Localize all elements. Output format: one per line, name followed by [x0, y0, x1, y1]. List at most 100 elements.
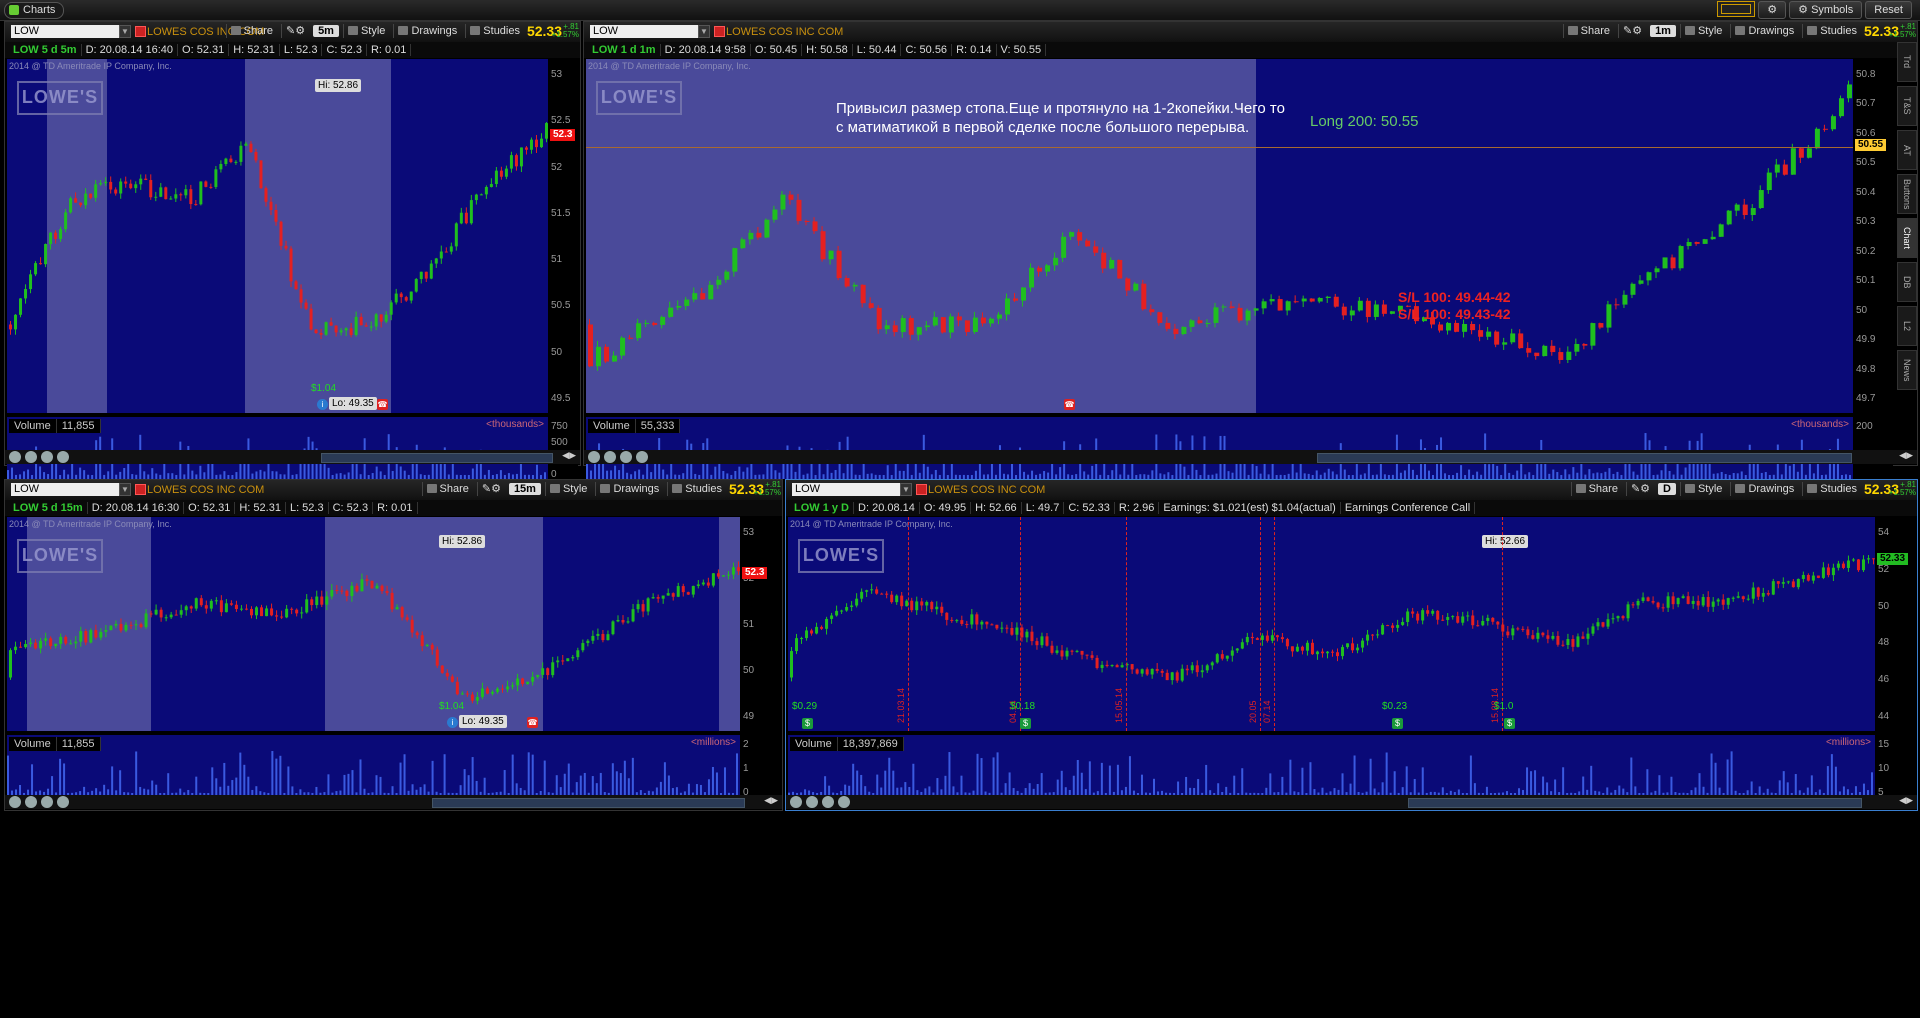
chevron-down-icon[interactable]: ▼ [119, 483, 131, 496]
price-plot[interactable]: 2014 @ TD Ameritrade IP Company, Inc. LOW… [7, 59, 548, 413]
side-tab-l2[interactable]: L2 [1897, 306, 1917, 346]
volume-plot[interactable]: Volume 11,855 <millions> [7, 735, 740, 797]
price-axis[interactable]: 535251504952.3 [740, 517, 780, 731]
zoom-out-icon[interactable] [41, 796, 53, 808]
link-color-icon[interactable] [714, 26, 725, 37]
style-button[interactable]: Style [544, 482, 591, 496]
studies-button[interactable]: Studies [1802, 482, 1861, 496]
tools-icon[interactable]: ✎⚙ [1625, 482, 1654, 496]
grid-layout-icon[interactable] [1717, 1, 1756, 17]
earnings-icon[interactable]: ☎ [527, 717, 538, 728]
price-plot[interactable]: 2014 @ TD Ameritrade IP Company, Inc. LOW… [788, 517, 1875, 731]
symbol-input[interactable]: LOW [11, 483, 119, 496]
tools-icon[interactable]: ✎⚙ [1617, 24, 1646, 38]
zoom-in-icon[interactable] [9, 451, 21, 463]
earnings-icon[interactable]: ☎ [377, 399, 388, 410]
zoom-in-icon[interactable] [9, 796, 21, 808]
symbol-input[interactable]: LOW [11, 25, 119, 38]
pan-icon[interactable] [25, 451, 37, 463]
chevron-down-icon[interactable]: ▼ [119, 25, 131, 38]
horizontal-scrollbar[interactable] [1317, 453, 1853, 463]
aggregation-button[interactable]: 1m [1650, 25, 1676, 37]
side-tab-ts[interactable]: T&S [1897, 86, 1917, 126]
candle-body [184, 606, 188, 611]
volume-bar [926, 466, 929, 479]
price-plot[interactable]: 2014 @ TD Ameritrade IP Company, Inc. LOW… [586, 59, 1853, 413]
info-badge-icon[interactable]: i [317, 399, 328, 410]
chevron-down-icon[interactable]: ▼ [698, 25, 710, 38]
aggregation-button[interactable]: D [1658, 483, 1676, 495]
studies-button[interactable]: Studies [667, 482, 726, 496]
aggregation-button[interactable]: 15m [508, 483, 541, 495]
zoom-out-icon[interactable] [822, 796, 834, 808]
link-color-icon[interactable] [916, 484, 927, 495]
price-axis[interactable]: 50.8 50.7 50.6 50.5 50.4 50.3 50.2 50.1 50 49.9 49… [1853, 59, 1893, 413]
pan-icon[interactable] [25, 796, 37, 808]
horizontal-scrollbar[interactable] [1408, 798, 1863, 808]
horizontal-scrollbar[interactable] [432, 798, 746, 808]
share-button[interactable]: Share [225, 24, 277, 38]
earnings-icon[interactable]: ☎ [1064, 399, 1075, 410]
drawings-button[interactable]: Drawings [393, 24, 461, 38]
expand-icon[interactable]: ◀▶ [764, 795, 778, 806]
price-axis[interactable]: 54 52 50 48 46 44 52.33 [1875, 517, 1915, 731]
share-button[interactable]: Share [421, 482, 473, 496]
pan-icon[interactable] [604, 451, 616, 463]
drawings-button[interactable]: Drawings [1730, 24, 1798, 38]
studies-button[interactable]: Studies [1802, 24, 1861, 38]
candle-body [1141, 283, 1147, 310]
volume-plot[interactable]: Volume 55,333 <thousands> [586, 417, 1853, 479]
tools-icon[interactable]: ✎⚙ [476, 482, 505, 496]
chevron-down-icon[interactable]: ▼ [900, 483, 912, 496]
candle-body [692, 293, 698, 300]
studies-button[interactable]: Studies [465, 24, 524, 38]
dividend-icon[interactable]: $ [1504, 718, 1515, 729]
expand-icon[interactable]: ◀▶ [1899, 795, 1913, 806]
zoom-in-icon[interactable] [790, 796, 802, 808]
style-button[interactable]: Style [342, 24, 389, 38]
style-button[interactable]: Style [1679, 24, 1726, 38]
side-tab-buttons[interactable]: Buttons [1897, 174, 1917, 214]
cursor-icon[interactable] [57, 796, 69, 808]
share-button[interactable]: Share [1562, 24, 1614, 38]
pan-icon[interactable] [806, 796, 818, 808]
cursor-icon[interactable] [57, 451, 69, 463]
symbol-input[interactable]: LOW [792, 483, 900, 496]
drawings-button[interactable]: Drawings [595, 482, 663, 496]
symbol-input[interactable]: LOW [590, 25, 698, 38]
zoom-in-icon[interactable] [588, 451, 600, 463]
side-tab-trd[interactable]: Trd [1897, 42, 1917, 82]
zoom-out-icon[interactable] [620, 451, 632, 463]
side-tab-chart[interactable]: Chart [1897, 218, 1917, 258]
reset-button[interactable]: Reset [1865, 1, 1912, 19]
symbols-button[interactable]: ⚙ Symbols [1789, 1, 1863, 19]
dividend-icon[interactable]: $ [1392, 718, 1403, 729]
drawings-button[interactable]: Drawings [1730, 482, 1798, 496]
aggregation-button[interactable]: 5m [313, 25, 339, 37]
side-tab-db[interactable]: DB [1897, 262, 1917, 302]
link-color-icon[interactable] [135, 484, 146, 495]
dividend-icon[interactable]: $ [1020, 718, 1031, 729]
volume-plot[interactable]: Volume 18,397,869 <millions> [788, 735, 1875, 797]
side-tab-at[interactable]: AT [1897, 130, 1917, 170]
cursor-icon[interactable] [838, 796, 850, 808]
tools-icon[interactable]: ✎⚙ [280, 24, 309, 38]
app-title-tab[interactable]: Charts [4, 2, 65, 19]
horizontal-scrollbar[interactable] [321, 453, 554, 463]
cursor-icon[interactable] [636, 451, 648, 463]
side-tab-news[interactable]: News [1897, 350, 1917, 390]
link-color-icon[interactable] [135, 26, 146, 37]
info-badge-icon[interactable]: i [447, 717, 458, 728]
info-field: L: 50.44 [853, 44, 902, 56]
dividend-icon[interactable]: $ [802, 718, 813, 729]
volume-bar [1040, 773, 1043, 797]
share-button[interactable]: Share [1570, 482, 1622, 496]
price-axis[interactable]: 53 52.5 52 51.5 51 50.5 50 49.5 52.3 [548, 59, 578, 413]
expand-icon[interactable]: ◀▶ [562, 450, 576, 461]
zoom-out-icon[interactable] [41, 451, 53, 463]
settings-button[interactable]: ⚙ [1758, 1, 1787, 19]
expand-icon[interactable]: ◀▶ [1899, 450, 1913, 461]
price-plot[interactable]: 2014 @ TD Ameritrade IP Company, Inc. LOW… [7, 517, 740, 731]
volume-plot[interactable]: Volume 11,855 <thousands> [7, 417, 548, 479]
style-button[interactable]: Style [1679, 482, 1726, 496]
